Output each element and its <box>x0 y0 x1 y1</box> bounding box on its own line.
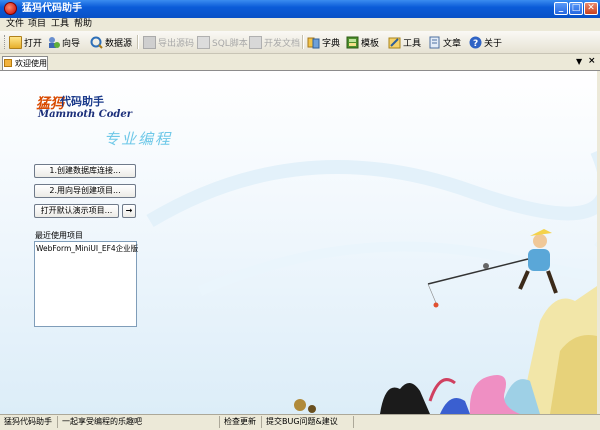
about-button[interactable]: ? 关于 <box>469 34 502 50</box>
folder-open-icon <box>9 35 22 49</box>
maximize-button[interactable]: □ <box>569 2 583 15</box>
article-label: 文章 <box>443 38 462 49</box>
datasource-icon <box>90 36 103 49</box>
toolbar-separator <box>137 35 139 49</box>
menu-tools[interactable]: 工具 <box>49 18 71 31</box>
datasource-button[interactable]: 数据源 <box>90 34 132 50</box>
toolbar-grip[interactable] <box>4 35 7 49</box>
docs-button[interactable]: 开发文档 <box>249 34 300 50</box>
toolbar-separator <box>302 35 304 49</box>
create-project-wizard-button[interactable]: 2.用向导创建项目... <box>34 184 136 198</box>
menu-help[interactable]: 帮助 <box>72 18 94 31</box>
tab-page-icon <box>4 59 12 67</box>
tab-strip <box>0 54 600 71</box>
dictionary-icon <box>307 36 320 49</box>
svg-text:?: ? <box>473 39 478 49</box>
window-title: 猛犸代码助手 <box>22 3 82 14</box>
template-button[interactable]: 模板 <box>346 34 379 50</box>
docs-label: 开发文档 <box>264 38 301 49</box>
wizard-label: 向导 <box>62 38 81 49</box>
article-button[interactable]: 文章 <box>428 34 461 50</box>
wizard-icon <box>47 36 60 49</box>
open-demo-project-button[interactable]: 打开默认演示项目... <box>34 204 119 218</box>
document-icon <box>249 35 262 49</box>
create-db-connection-button[interactable]: 1.创建数据库连接... <box>34 164 136 178</box>
template-icon <box>346 36 359 49</box>
recent-projects-label: 最近使用项目 <box>35 231 83 240</box>
submit-bug-link[interactable]: 提交BUG问题&建议 <box>264 416 354 428</box>
go-arrow-button[interactable]: → <box>122 204 136 218</box>
logo-cn-sub: 代码助手 <box>60 95 104 108</box>
tab-list-arrow-icon[interactable]: ▼ <box>576 57 582 66</box>
open-label: 打开 <box>24 38 43 49</box>
status-slogan: 一起享受编程的乐趣吧 <box>60 416 220 428</box>
datasource-label: 数据源 <box>105 38 133 49</box>
recent-project-item[interactable]: WebForm_MiniUI_EF4企业版 <box>36 243 138 254</box>
check-update-link[interactable]: 检查更新 <box>222 416 262 428</box>
article-icon <box>428 36 441 49</box>
title-bar[interactable] <box>0 0 600 18</box>
menu-file[interactable]: 文件 <box>4 18 26 31</box>
sql-icon <box>197 35 210 49</box>
tools-label: 工具 <box>403 38 422 49</box>
tab-close-icon[interactable]: × <box>588 56 596 66</box>
sql-button[interactable]: SQL脚本 <box>197 34 248 50</box>
app-icon[interactable] <box>4 2 17 15</box>
help-icon: ? <box>469 36 482 49</box>
export-button[interactable]: 导出源码 <box>143 34 194 50</box>
export-label: 导出源码 <box>158 38 195 49</box>
recent-projects-list[interactable]: WebForm_MiniUI_EF4企业版 <box>34 241 138 327</box>
minimize-button[interactable]: _ <box>554 2 568 15</box>
open-button[interactable]: 打开 <box>9 34 42 50</box>
close-button[interactable]: ✕ <box>584 2 598 15</box>
export-icon <box>143 35 156 49</box>
template-label: 模板 <box>361 38 380 49</box>
slogan: 专业编程 <box>104 130 173 148</box>
status-empty-panel <box>356 416 596 428</box>
dictionary-button[interactable]: 字典 <box>307 34 340 50</box>
logo-en: Mammoth Coder <box>38 109 133 120</box>
dictionary-label: 字典 <box>322 38 341 49</box>
sql-label: SQL脚本 <box>212 38 248 49</box>
about-label: 关于 <box>484 38 503 49</box>
tools-button[interactable]: 工具 <box>388 34 421 50</box>
menu-project[interactable]: 项目 <box>26 18 48 31</box>
tools-icon <box>388 36 401 49</box>
status-app-name: 猛犸代码助手 <box>2 416 58 428</box>
wizard-button[interactable]: 向导 <box>47 34 80 50</box>
